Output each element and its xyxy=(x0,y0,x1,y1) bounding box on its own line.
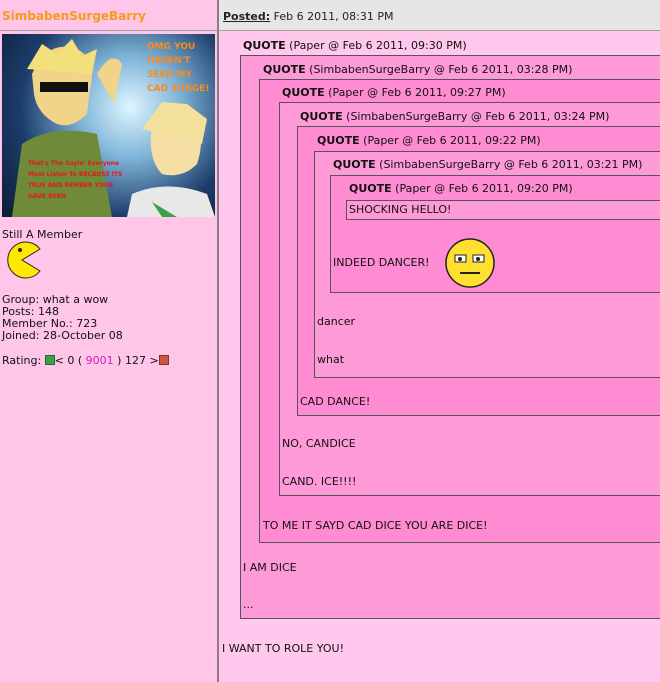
quote-header-3: QUOTE (Paper @ Feb 6 2011, 09:27 PM) xyxy=(282,86,506,99)
rating-label: Rating: xyxy=(2,354,42,367)
quote-text-no-candice: NO, CANDICE xyxy=(282,437,356,450)
posted-date: Feb 6 2011, 08:31 PM xyxy=(273,10,394,23)
posted-line: Posted: Feb 6 2011, 08:31 PM xyxy=(223,10,393,23)
quote-text-to-me: TO ME IT SAYD CAD DICE YOU ARE DICE! xyxy=(263,519,488,532)
avatar-caption-top: OMG YOU HAVEN'T SEEN MY CAD SURGE! xyxy=(147,42,210,94)
posted-label: Posted: xyxy=(223,10,271,23)
quote-header-2: QUOTE (SimbabenSurgeBarry @ Feb 6 2011, … xyxy=(263,63,573,76)
quote-text-ellipsis: ... xyxy=(243,598,254,611)
user-avatar: OMG YOU HAVEN'T SEEN MY CAD SURGE! That'… xyxy=(2,34,215,217)
rating-high: ) 127 > xyxy=(117,354,159,367)
avatar-caption-bottom: That's The Sayin' Everyone Most Listen T… xyxy=(28,160,123,200)
rating-minus-icon[interactable] xyxy=(158,355,169,365)
quote-text-i-am-dice: I AM DICE xyxy=(243,561,297,574)
rating-value: 9001 xyxy=(85,354,114,367)
member-joined: Joined: 28-October 08 xyxy=(2,329,123,342)
quote-text-what: what xyxy=(317,353,345,366)
user-profile-column: OMG YOU HAVEN'T SEEN MY CAD SURGE! That'… xyxy=(0,31,217,682)
quote-text-dancer: dancer xyxy=(317,315,356,328)
quote-header-5: QUOTE (Paper @ Feb 6 2011, 09:22 PM) xyxy=(317,134,541,147)
quote-header-6: QUOTE (SimbabenSurgeBarry @ Feb 6 2011, … xyxy=(333,158,643,171)
meh-face-icon xyxy=(445,238,495,288)
post-body: QUOTE (Paper @ Feb 6 2011, 09:30 PM) QUO… xyxy=(219,31,660,682)
post-header-info: Posted: Feb 6 2011, 08:31 PM xyxy=(219,0,660,31)
post-text-main: I WANT TO ROLE YOU! xyxy=(222,642,344,655)
member-stats: Group: what a wow Posts: 148 Member No.:… xyxy=(2,294,123,342)
quote-text-cad-dance: CAD DANCE! xyxy=(300,395,371,408)
member-rating: Rating: < 0 ( 9001 ) 127 > xyxy=(2,354,169,367)
quote-text-cand-ice: CAND. ICE!!!! xyxy=(282,475,357,488)
rating-low: < 0 ( xyxy=(54,354,83,367)
quote-header-7: QUOTE (Paper @ Feb 6 2011, 09:20 PM) xyxy=(349,182,573,195)
username-link[interactable]: SimbabenSurgeBarry xyxy=(2,9,146,23)
rating-plus-icon[interactable] xyxy=(44,355,55,365)
quote-text-indeed: INDEED DANCER! xyxy=(333,256,430,269)
post-header-user: SimbabenSurgeBarry xyxy=(0,0,217,31)
quote-header-1: QUOTE (Paper @ Feb 6 2011, 09:30 PM) xyxy=(243,39,467,52)
pacman-icon xyxy=(7,241,41,279)
quote-text-shocking: SHOCKING HELLO! xyxy=(349,203,452,216)
quote-header-4: QUOTE (SimbabenSurgeBarry @ Feb 6 2011, … xyxy=(300,110,610,123)
